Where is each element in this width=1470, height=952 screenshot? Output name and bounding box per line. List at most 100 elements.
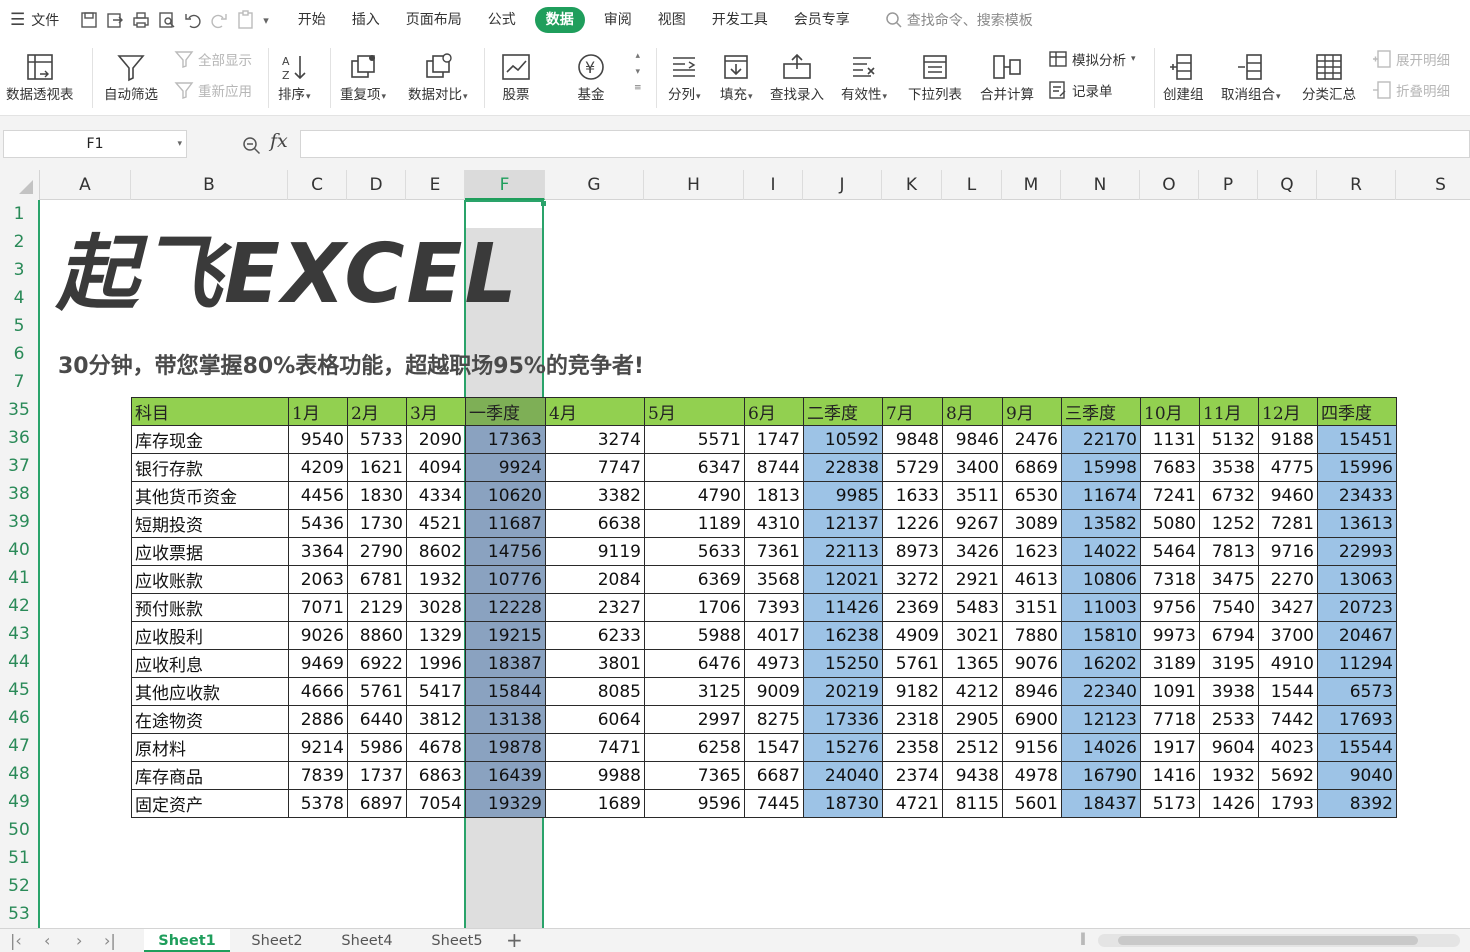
table-cell[interactable]: 3382 xyxy=(545,481,645,510)
table-cell[interactable]: 5080 xyxy=(1140,509,1200,538)
table-cell[interactable]: 12228 xyxy=(465,593,546,622)
table-cell[interactable]: 5417 xyxy=(406,677,466,706)
table-cell[interactable]: 17336 xyxy=(803,705,883,734)
redo-icon[interactable] xyxy=(209,10,229,30)
column-header-m[interactable]: M xyxy=(1002,170,1061,200)
table-cell[interactable]: 3812 xyxy=(406,705,466,734)
row-header-39[interactable]: 39 xyxy=(0,508,38,536)
row-label-cell[interactable]: 应收股利 xyxy=(131,621,289,650)
table-cell[interactable]: 3801 xyxy=(545,649,645,678)
sheet-tab-sheet5[interactable]: Sheet5 xyxy=(414,929,500,952)
row-header-42[interactable]: 42 xyxy=(0,592,38,620)
table-cell[interactable]: 3189 xyxy=(1140,649,1200,678)
column-header-a[interactable]: A xyxy=(40,170,131,200)
table-cell[interactable]: 24040 xyxy=(803,761,883,790)
table-cell[interactable]: 1793 xyxy=(1258,789,1318,818)
table-cell[interactable]: 8602 xyxy=(406,537,466,566)
autofilter-button[interactable]: 自动筛选 xyxy=(104,44,158,104)
table-cell[interactable]: 22113 xyxy=(803,537,883,566)
row-label-cell[interactable]: 原材料 xyxy=(131,733,289,762)
table-header-cell[interactable]: 科目 xyxy=(131,397,289,426)
table-cell[interactable]: 3475 xyxy=(1199,565,1259,594)
table-cell[interactable]: 3274 xyxy=(545,425,645,454)
tab-insert[interactable]: 插入 xyxy=(339,7,393,33)
pivot-table-button[interactable]: 数据透视表 xyxy=(6,44,74,104)
select-all-corner[interactable] xyxy=(0,170,40,200)
horizontal-scrollbar[interactable] xyxy=(1098,934,1460,947)
table-cell[interactable]: 5692 xyxy=(1258,761,1318,790)
table-header-cell[interactable]: 二季度 xyxy=(803,397,883,426)
insert-function-button[interactable]: fx xyxy=(270,130,288,152)
table-cell[interactable]: 7281 xyxy=(1258,509,1318,538)
row-label-cell[interactable]: 固定资产 xyxy=(131,789,289,818)
table-cell[interactable]: 6794 xyxy=(1199,621,1259,650)
last-sheet-icon[interactable]: ›| xyxy=(104,931,116,950)
table-cell[interactable]: 11674 xyxy=(1061,481,1141,510)
table-cell[interactable]: 9026 xyxy=(288,621,348,650)
table-cell[interactable]: 9973 xyxy=(1140,621,1200,650)
table-cell[interactable]: 5132 xyxy=(1199,425,1259,454)
scrollbar-thumb[interactable] xyxy=(1118,936,1418,945)
row-label-cell[interactable]: 应收票据 xyxy=(131,537,289,566)
table-cell[interactable]: 4721 xyxy=(882,789,943,818)
row-header-45[interactable]: 45 xyxy=(0,676,38,704)
table-cell[interactable]: 11294 xyxy=(1317,649,1397,678)
worksheet-grid[interactable]: ABCDEFGHIJKLMNOPQRS 1 2 3 4 5 6 7 35 36 37 38 39 40 4… xyxy=(0,170,1470,928)
table-cell[interactable]: 1426 xyxy=(1199,789,1259,818)
table-cell[interactable]: 15544 xyxy=(1317,733,1397,762)
table-cell[interactable]: 4790 xyxy=(644,481,745,510)
column-header-c[interactable]: C xyxy=(288,170,347,200)
table-cell[interactable]: 4613 xyxy=(1002,565,1062,594)
table-cell[interactable]: 12137 xyxy=(803,509,883,538)
table-cell[interactable]: 10620 xyxy=(465,481,546,510)
table-cell[interactable]: 1706 xyxy=(644,593,745,622)
table-cell[interactable]: 17363 xyxy=(465,425,546,454)
table-cell[interactable]: 3151 xyxy=(1002,593,1062,622)
table-cell[interactable]: 4910 xyxy=(1258,649,1318,678)
column-header-f[interactable]: F xyxy=(465,170,545,200)
row-header-35[interactable]: 35 xyxy=(0,396,38,424)
table-cell[interactable]: 6573 xyxy=(1317,677,1397,706)
table-cell[interactable]: 6258 xyxy=(644,733,745,762)
column-header-g[interactable]: G xyxy=(545,170,644,200)
table-cell[interactable]: 9438 xyxy=(942,761,1003,790)
table-cell[interactable]: 5729 xyxy=(882,453,943,482)
consolidate-button[interactable]: 合并计算 xyxy=(980,44,1034,104)
table-header-cell[interactable]: 7月 xyxy=(882,397,943,426)
table-cell[interactable]: 3195 xyxy=(1199,649,1259,678)
table-cell[interactable]: 16238 xyxy=(803,621,883,650)
table-cell[interactable]: 3125 xyxy=(644,677,745,706)
column-header-r[interactable]: R xyxy=(1317,170,1396,200)
table-cell[interactable]: 16202 xyxy=(1061,649,1141,678)
table-cell[interactable]: 4521 xyxy=(406,509,466,538)
row-header-3[interactable]: 3 xyxy=(0,256,38,284)
table-cell[interactable]: 3426 xyxy=(942,537,1003,566)
table-header-cell[interactable]: 一季度 xyxy=(465,397,546,426)
table-cell[interactable]: 13063 xyxy=(1317,565,1397,594)
table-cell[interactable]: 19329 xyxy=(465,789,546,818)
table-cell[interactable]: 18387 xyxy=(465,649,546,678)
table-cell[interactable]: 4094 xyxy=(406,453,466,482)
table-cell[interactable]: 2327 xyxy=(545,593,645,622)
table-cell[interactable]: 9716 xyxy=(1258,537,1318,566)
table-cell[interactable]: 9267 xyxy=(942,509,1003,538)
table-cell[interactable]: 15844 xyxy=(465,677,546,706)
table-cell[interactable]: 7683 xyxy=(1140,453,1200,482)
table-cell[interactable]: 18437 xyxy=(1061,789,1141,818)
table-header-cell[interactable]: 4月 xyxy=(545,397,645,426)
table-cell[interactable]: 6863 xyxy=(406,761,466,790)
table-cell[interactable]: 9214 xyxy=(288,733,348,762)
table-cell[interactable]: 2129 xyxy=(347,593,407,622)
row-header-47[interactable]: 47 xyxy=(0,732,38,760)
table-cell[interactable]: 2790 xyxy=(347,537,407,566)
tab-view[interactable]: 视图 xyxy=(645,7,699,33)
table-header-cell[interactable]: 5月 xyxy=(644,397,745,426)
table-cell[interactable]: 1623 xyxy=(1002,537,1062,566)
table-cell[interactable]: 6638 xyxy=(545,509,645,538)
table-cell[interactable]: 7747 xyxy=(545,453,645,482)
table-header-cell[interactable]: 6月 xyxy=(744,397,804,426)
sheet-tab-sheet4[interactable]: Sheet4 xyxy=(324,929,410,952)
table-cell[interactable]: 2905 xyxy=(942,705,1003,734)
table-cell[interactable]: 1621 xyxy=(347,453,407,482)
duplicates-button[interactable]: 重复项▾ xyxy=(340,44,386,106)
